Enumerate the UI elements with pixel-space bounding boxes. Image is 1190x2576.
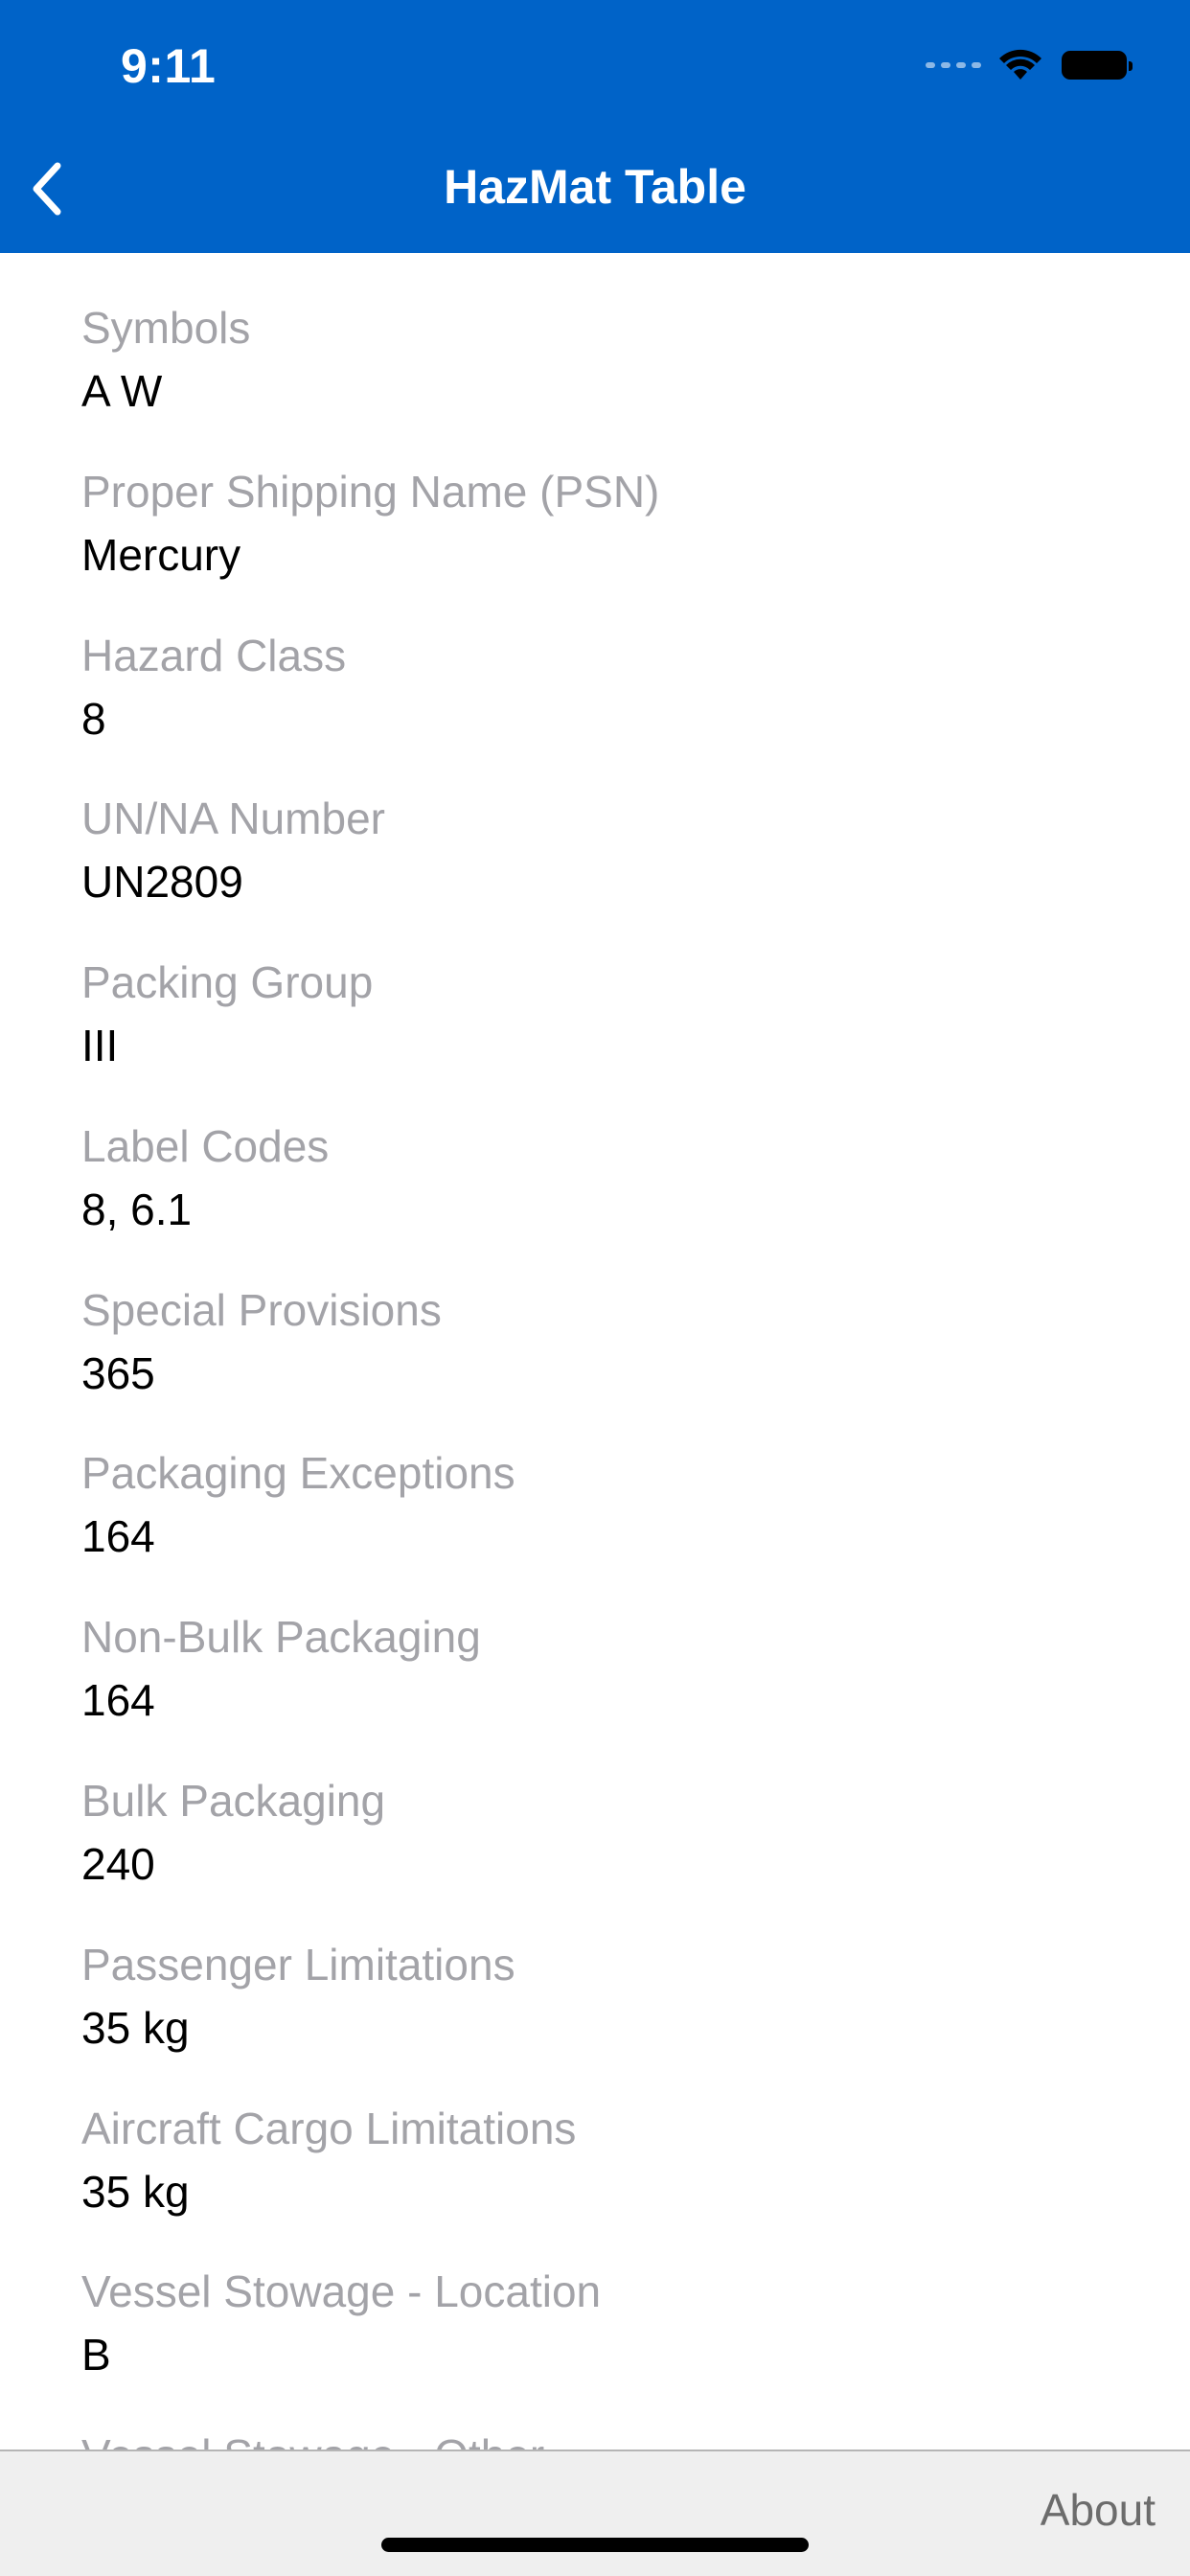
field-special-provisions: Special Provisions 365 [81,1283,1135,1400]
cellular-signal-icon [926,62,981,68]
field-label: Vessel Stowage - Other [81,2428,1135,2450]
field-label: Symbols [81,303,251,353]
field-proper-shipping-name: Proper Shipping Name (PSN) Mercury [81,465,1135,582]
field-label: Passenger Limitations [81,1940,515,1990]
status-bar-icons [926,46,1133,84]
wifi-icon [999,49,1041,80]
field-label: Hazard Class [81,631,347,680]
status-bar-time: 9:11 [121,39,217,93]
field-value: III [81,1021,119,1070]
field-label: Bulk Packaging [81,1776,386,1826]
field-vessel-stowage-location: Vessel Stowage - Location B [81,2265,1135,2381]
field-passenger-limitations: Passenger Limitations 35 kg [81,1938,1135,2055]
field-value: 8, 6.1 [81,1184,193,1234]
field-label: Aircraft Cargo Limitations [81,2104,577,2153]
battery-icon [1062,51,1133,80]
field-value: 35 kg [81,2003,190,2053]
field-value: 164 [81,1675,155,1725]
field-value: 35 kg [81,2167,190,2217]
field-hazard-class: Hazard Class 8 [81,629,1135,746]
field-value: A W [81,366,163,416]
field-label: Non-Bulk Packaging [81,1612,481,1662]
field-bulk-packaging: Bulk Packaging 240 [81,1774,1135,1891]
field-label: Vessel Stowage - Location [81,2266,602,2316]
field-label: UN/NA Number [81,794,385,843]
field-label: Packaging Exceptions [81,1448,515,1498]
home-indicator[interactable] [381,2538,809,2552]
field-symbols: Symbols A W [81,301,1135,418]
about-button[interactable]: About [1041,2484,1156,2536]
field-value: 240 [81,1839,155,1889]
field-label-codes: Label Codes 8, 6.1 [81,1119,1135,1236]
field-value: UN2809 [81,857,243,907]
navigation-header: 9:11 HazMat Table [0,0,1190,253]
field-label: Label Codes [81,1121,330,1171]
field-label: Proper Shipping Name (PSN) [81,467,660,517]
field-un-na-number: UN/NA Number UN2809 [81,792,1135,908]
field-value: B [81,2330,111,2380]
page-title: HazMat Table [444,160,746,214]
field-vessel-stowage-other: Vessel Stowage - Other [81,2428,1135,2450]
field-label: Packing Group [81,957,374,1007]
field-non-bulk-packaging: Non-Bulk Packaging 164 [81,1610,1135,1727]
field-label: Special Provisions [81,1285,442,1335]
detail-list[interactable]: Symbols A W Proper Shipping Name (PSN) M… [0,253,1190,2450]
field-value: Mercury [81,530,241,580]
field-packaging-exceptions: Packaging Exceptions 164 [81,1446,1135,1563]
field-packing-group: Packing Group III [81,955,1135,1072]
field-value: 365 [81,1348,155,1398]
bottom-toolbar: About [0,2450,1190,2576]
field-value: 164 [81,1511,155,1561]
field-value: 8 [81,694,106,744]
field-aircraft-cargo-limitations: Aircraft Cargo Limitations 35 kg [81,2102,1135,2219]
